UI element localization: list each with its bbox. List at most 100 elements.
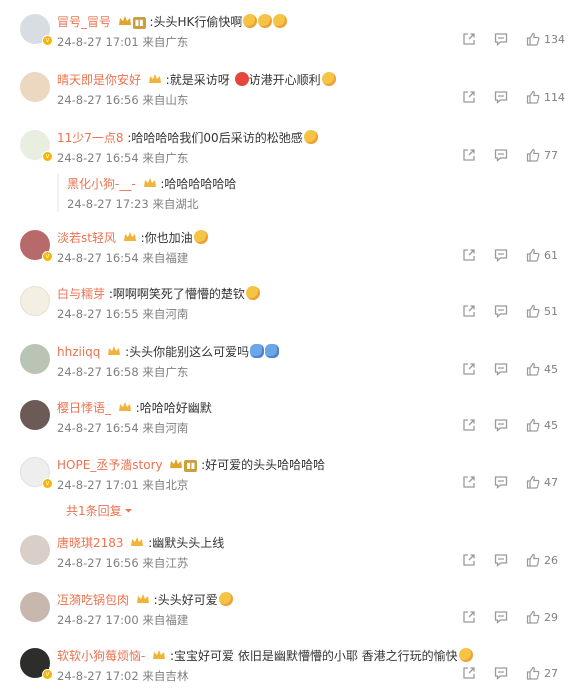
avatar[interactable]: v <box>20 230 53 262</box>
comment-list: v 冒号_冒号 ▮▮ :头头HK行偷快啊 24-8-27 17:01 来自广东 … <box>0 0 569 693</box>
like-button[interactable]: 27 <box>526 666 566 684</box>
comment-actions: 77 <box>458 148 563 166</box>
avatar[interactable] <box>20 344 50 374</box>
comment-meta: 24-8-27 16:56 来自江苏 <box>57 556 189 570</box>
like-icon <box>526 32 540 46</box>
crown-icon <box>118 16 131 25</box>
comment-actions: 134 <box>458 32 566 50</box>
avatar[interactable] <box>20 72 50 102</box>
comment-icon[interactable] <box>494 475 508 493</box>
username[interactable]: 白与糯芽 <box>57 287 105 301</box>
more-replies-link[interactable]: 共1条回复 <box>66 502 133 519</box>
comment-text: 就是采访呀 <box>169 73 230 87</box>
like-icon <box>526 475 540 489</box>
username[interactable]: hhziiqq <box>57 345 100 359</box>
username[interactable]: 软软小狗莓烦恼- <box>57 649 145 663</box>
like-count: 26 <box>544 554 558 567</box>
like-button[interactable]: 45 <box>526 418 566 436</box>
like-count: 45 <box>544 363 558 376</box>
comment-meta: 24-8-27 17:00 来自福建 <box>57 613 189 627</box>
comment-text: 幽默头头上线 <box>152 536 225 550</box>
comment-actions: 61 <box>458 248 563 266</box>
chevron-down-icon <box>124 509 132 513</box>
comment-icon[interactable] <box>494 148 508 166</box>
like-button[interactable]: 26 <box>526 553 566 571</box>
like-icon <box>526 248 540 262</box>
username[interactable]: 冱漪吃锅包肉 <box>57 593 129 607</box>
comment-text: 头头HK行偷快啊 <box>153 15 243 29</box>
comment-actions: 51 <box>458 304 563 322</box>
share-icon[interactable] <box>462 553 476 571</box>
share-icon[interactable] <box>462 248 476 266</box>
avatar[interactable] <box>20 592 50 622</box>
share-icon[interactable] <box>462 32 476 50</box>
reply-username[interactable]: 黑化小狗-__- <box>67 177 136 191</box>
like-icon <box>526 418 540 432</box>
like-count: 51 <box>544 305 558 318</box>
crown-icon <box>143 178 156 187</box>
like-button[interactable]: 29 <box>526 610 566 628</box>
like-button[interactable]: 61 <box>526 248 566 266</box>
comment-icon[interactable] <box>494 32 508 50</box>
like-icon <box>526 362 540 376</box>
like-button[interactable]: 47 <box>526 475 566 493</box>
like-count: 77 <box>544 149 558 162</box>
comment-icon[interactable] <box>494 553 508 571</box>
emoji-icon <box>303 130 318 144</box>
comment-icon[interactable] <box>494 304 508 322</box>
sub-reply: 黑化小狗-__- :哈哈哈哈哈哈 24-8-27 17:23 来自湖北 <box>57 174 537 212</box>
comment-icon[interactable] <box>494 610 508 628</box>
username[interactable]: 樱日悸语_ <box>57 401 111 415</box>
share-icon[interactable] <box>462 418 476 436</box>
emoji-icon <box>273 14 288 28</box>
avatar[interactable]: v <box>20 457 53 489</box>
comment-icon[interactable] <box>494 666 508 684</box>
comment-actions: 114 <box>458 90 566 108</box>
share-icon[interactable] <box>462 90 476 108</box>
share-icon[interactable] <box>462 148 476 166</box>
like-count: 134 <box>544 33 565 46</box>
share-icon[interactable] <box>462 610 476 628</box>
username[interactable]: HOPE_丞予濇story <box>57 458 163 472</box>
comment-icon[interactable] <box>494 90 508 108</box>
avatar[interactable]: v <box>20 130 53 162</box>
comment-icon[interactable] <box>494 418 508 436</box>
like-button[interactable]: 51 <box>526 304 566 322</box>
like-count: 45 <box>544 419 558 432</box>
username[interactable]: 唐晓琪2183 <box>57 536 124 550</box>
like-button[interactable]: 77 <box>526 148 566 166</box>
crown-icon <box>131 537 144 546</box>
comment-meta: 24-8-27 16:54 来自广东 <box>57 151 189 165</box>
like-icon <box>526 148 540 162</box>
member-level-badge: ▮▮ <box>184 460 198 472</box>
username[interactable]: 11少7一点8 <box>57 131 124 145</box>
share-icon[interactable] <box>462 362 476 380</box>
emoji-icon <box>250 344 265 358</box>
verified-icon: v <box>42 251 53 262</box>
like-icon <box>526 90 540 104</box>
avatar[interactable] <box>20 400 50 430</box>
comment-icon[interactable] <box>494 362 508 380</box>
comment-icon[interactable] <box>494 248 508 266</box>
comment-text: 哈哈哈好幽默 <box>139 401 212 415</box>
comment-text: 好可爱的头头哈哈哈哈 <box>205 458 326 472</box>
share-icon[interactable] <box>462 304 476 322</box>
like-icon <box>526 304 540 318</box>
username[interactable]: 晴天即是你安好 <box>57 73 141 87</box>
avatar[interactable]: v <box>20 14 53 46</box>
crown-icon <box>108 346 121 355</box>
username[interactable]: 淡若st轻风 <box>57 231 116 245</box>
share-icon[interactable] <box>462 666 476 684</box>
like-button[interactable]: 114 <box>526 90 566 108</box>
like-button[interactable]: 45 <box>526 362 566 380</box>
comment-meta: 24-8-27 17:01 来自北京 <box>57 478 189 492</box>
emoji-icon <box>193 230 208 244</box>
emoji-icon <box>258 14 273 28</box>
share-icon[interactable] <box>462 475 476 493</box>
avatar[interactable] <box>20 286 50 316</box>
username[interactable]: 冒号_冒号 <box>57 15 111 29</box>
comment-meta: 24-8-27 16:54 来自河南 <box>57 421 189 435</box>
avatar[interactable] <box>20 535 50 565</box>
like-button[interactable]: 134 <box>526 32 566 50</box>
avatar[interactable]: v <box>20 648 53 680</box>
